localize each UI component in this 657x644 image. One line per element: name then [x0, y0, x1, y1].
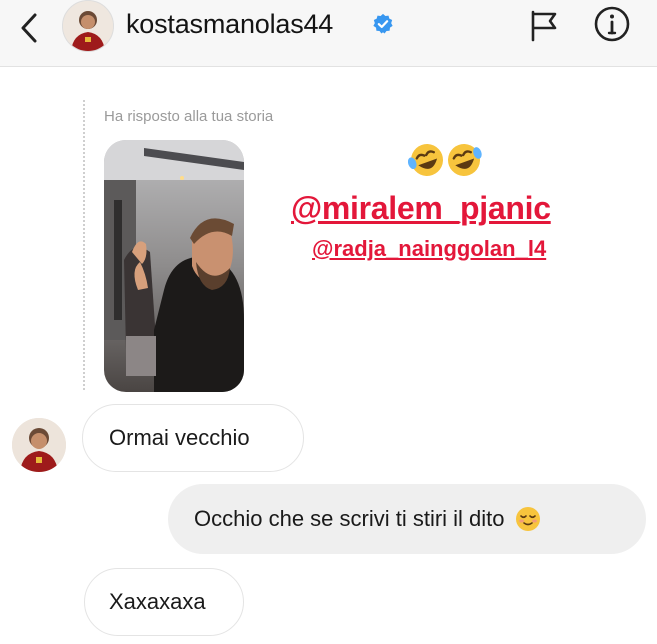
back-button[interactable] — [14, 8, 44, 48]
message-text: Xaxaxaxa — [109, 589, 206, 614]
story-reaction-emoji — [407, 140, 484, 180]
story-thumbnail[interactable] — [104, 140, 244, 392]
verified-badge-icon — [373, 13, 393, 34]
chat-username[interactable]: kostasmanolas44 — [126, 9, 333, 40]
info-icon[interactable] — [592, 4, 632, 44]
message-bubble[interactable]: Xaxaxaxa — [84, 568, 244, 636]
avatar[interactable] — [62, 0, 114, 52]
message-bubble[interactable]: Occhio che se scrivi ti stiri il dito — [168, 484, 646, 554]
story-reply-caption: Ha risposto alla tua storia — [104, 108, 274, 125]
relieved-face-emoji-icon — [515, 507, 540, 531]
flag-icon[interactable] — [527, 8, 563, 44]
mention-link-pjanic[interactable]: @miralem_pjanic — [291, 190, 551, 227]
back-arrow-icon — [21, 13, 37, 43]
mention-link-nainggolan[interactable]: @radja_nainggolan_l4 — [312, 236, 546, 262]
story-reply-divider — [83, 100, 85, 390]
message-text: Occhio che se scrivi ti stiri il dito — [194, 506, 505, 531]
sender-avatar[interactable] — [12, 418, 66, 472]
chat-header: kostasmanolas44 — [0, 0, 657, 67]
message-bubble[interactable]: Ormai vecchio — [82, 404, 304, 472]
message-text: Ormai vecchio — [109, 425, 250, 450]
